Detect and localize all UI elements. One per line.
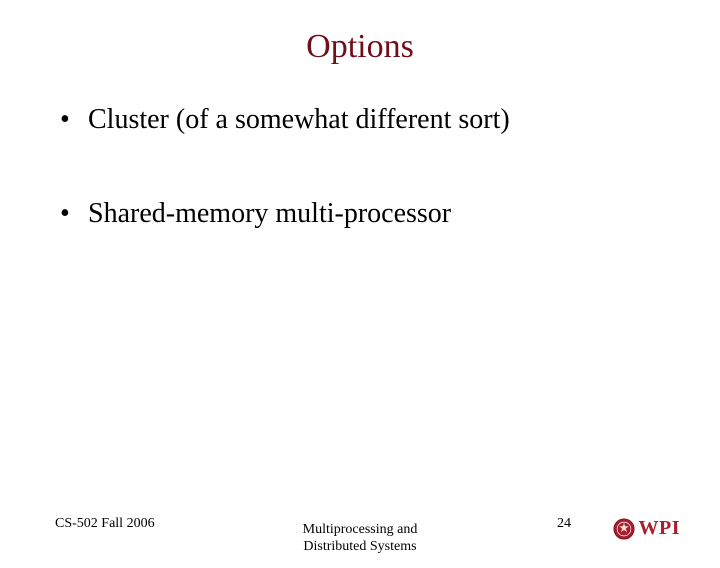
wpi-logo: WPI bbox=[613, 517, 681, 540]
slide-title: Options bbox=[0, 28, 720, 66]
list-item: Shared-memory multi-processor bbox=[60, 198, 720, 230]
footer-topic-line2: Distributed Systems bbox=[303, 539, 416, 554]
wpi-seal-icon bbox=[613, 518, 635, 540]
footer-topic: Multiprocessing and Distributed Systems bbox=[303, 521, 418, 556]
footer-course: CS-502 Fall 2006 bbox=[55, 516, 155, 532]
list-item: Cluster (of a somewhat different sort) bbox=[60, 104, 720, 136]
bullet-list: Cluster (of a somewhat different sort) S… bbox=[60, 104, 720, 230]
footer-topic-line1: Multiprocessing and bbox=[303, 522, 418, 537]
wpi-text: WPI bbox=[639, 517, 681, 540]
page-number: 24 bbox=[557, 516, 571, 532]
